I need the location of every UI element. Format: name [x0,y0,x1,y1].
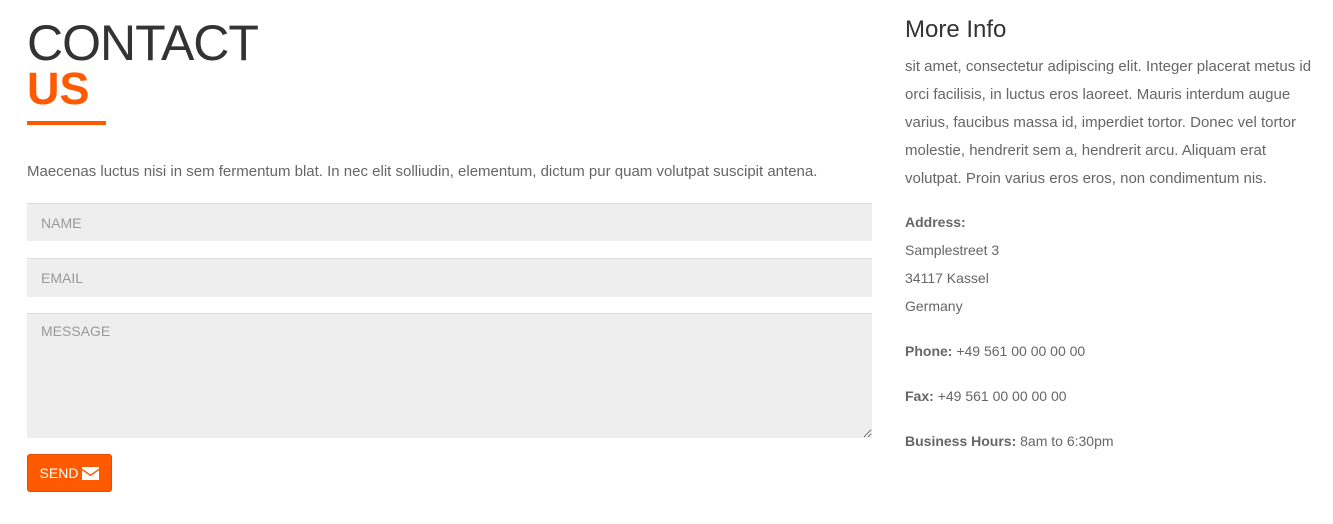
fax-block: Fax: +49 561 00 00 00 00 [905,382,1067,410]
contact-page: CONTACT US Maecenas luctus nisi in sem f… [0,0,1333,524]
business-hours-block: Business Hours: 8am to 6:30pm [905,427,1114,455]
fax-value: +49 561 00 00 00 00 [937,388,1067,404]
more-info-text: sit amet, consectetur adipiscing elit. I… [905,58,1312,187]
message-textarea[interactable] [27,313,872,438]
name-input[interactable] [27,203,872,241]
heading-contact: CONTACT [27,15,259,71]
phone-value: +49 561 00 00 00 00 [956,343,1086,359]
more-info-title: More Info [905,16,1007,43]
send-button-label: SEND [39,465,79,481]
address-line: Samplestreet 3 [905,242,1000,258]
address-block: Address: Samplestreet 3 34117 Kassel Ger… [905,208,999,320]
fax-label: Fax: [905,388,934,404]
heading-us: US [27,63,90,114]
phone-label: Phone: [905,343,953,359]
business-hours-label: Business Hours: [905,433,1017,449]
heading-underline [27,121,106,125]
email-input[interactable] [27,258,872,297]
intro-text: Maecenas luctus nisi in sem fermentum bl… [27,163,818,180]
business-hours-value: 8am to 6:30pm [1020,433,1114,449]
address-label: Address: [905,214,966,230]
address-line: 34117 Kassel [905,270,989,286]
phone-block: Phone: +49 561 00 00 00 00 [905,337,1085,365]
send-button[interactable]: SEND [27,454,112,492]
address-line: Germany [905,298,963,314]
envelope-icon [82,466,100,480]
